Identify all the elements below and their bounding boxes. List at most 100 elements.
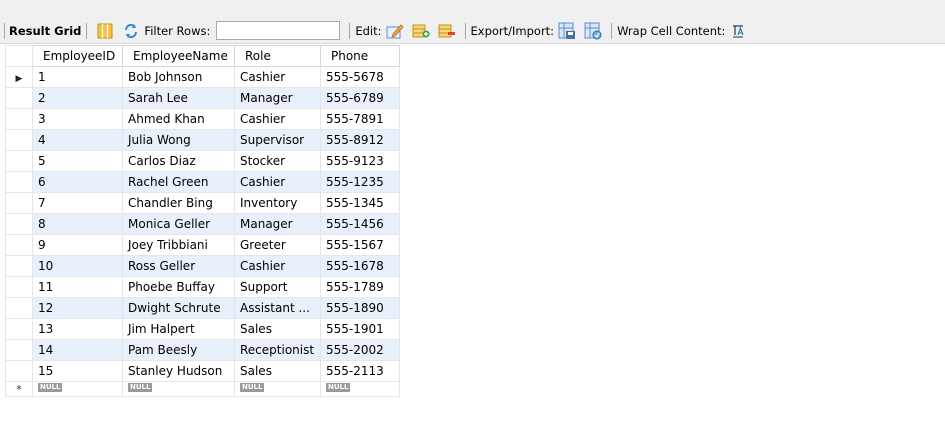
table-row[interactable]: 5 Carlos Diaz Stocker 555-9123 [5, 150, 400, 172]
cell-employeename[interactable]: Dwight Schrute [122, 297, 235, 319]
cell-employeeid[interactable]: 12 [32, 297, 123, 319]
cell-phone[interactable]: 555-1456 [320, 213, 400, 235]
cell-role[interactable]: Cashier [234, 171, 321, 193]
row-header[interactable] [5, 234, 33, 256]
cell-employeeid[interactable]: 7 [32, 192, 123, 214]
cell-employeeid[interactable]: 13 [32, 318, 123, 340]
cell-role[interactable]: Receptionist [234, 339, 321, 361]
cell-role[interactable]: Assistant ... [234, 297, 321, 319]
table-row[interactable]: 9 Joey Tribbiani Greeter 555-1567 [5, 234, 400, 256]
row-header[interactable] [5, 108, 33, 130]
row-header[interactable] [5, 129, 33, 151]
cell-employeename[interactable]: Ross Geller [122, 255, 235, 277]
refresh-icon[interactable] [121, 21, 141, 41]
cell-phone[interactable]: NULL [320, 381, 400, 397]
table-row[interactable]: 8 Monica Geller Manager 555-1456 [5, 213, 400, 235]
column-header-employeeid[interactable]: EmployeeID [32, 45, 123, 67]
cell-role[interactable]: Support [234, 276, 321, 298]
cell-employeeid[interactable]: 1 [32, 66, 123, 88]
cell-employeeid[interactable]: 4 [32, 129, 123, 151]
column-header-employeename[interactable]: EmployeeName [122, 45, 235, 67]
table-row[interactable]: 2 Sarah Lee Manager 555-6789 [5, 87, 400, 109]
row-header[interactable] [5, 318, 33, 340]
table-row[interactable]: 12 Dwight Schrute Assistant ... 555-1890 [5, 297, 400, 319]
row-header[interactable] [5, 150, 33, 172]
cell-employeename[interactable]: NULL [122, 381, 235, 397]
cell-role[interactable]: Cashier [234, 255, 321, 277]
table-row[interactable]: 4 Julia Wong Supervisor 555-8912 [5, 129, 400, 151]
cell-role[interactable]: Manager [234, 213, 321, 235]
row-header[interactable] [5, 339, 33, 361]
export-icon[interactable] [557, 21, 577, 41]
row-header[interactable]: * [5, 381, 33, 397]
result-grid-label[interactable]: Result Grid [9, 24, 81, 38]
column-header-role[interactable]: Role [234, 45, 321, 67]
table-row[interactable]: 3 Ahmed Khan Cashier 555-7891 [5, 108, 400, 130]
cell-role[interactable]: Sales [234, 318, 321, 340]
cell-employeename[interactable]: Chandler Bing [122, 192, 235, 214]
cell-employeeid[interactable]: 11 [32, 276, 123, 298]
cell-employeename[interactable]: Carlos Diaz [122, 150, 235, 172]
cell-role[interactable]: Greeter [234, 234, 321, 256]
cell-phone[interactable]: 555-1567 [320, 234, 400, 256]
cell-phone[interactable]: 555-1890 [320, 297, 400, 319]
cell-employeename[interactable]: Stanley Hudson [122, 360, 235, 382]
cell-phone[interactable]: 555-1789 [320, 276, 400, 298]
cell-employeename[interactable]: Monica Geller [122, 213, 235, 235]
cell-phone[interactable]: 555-8912 [320, 129, 400, 151]
cell-employeeid[interactable]: 2 [32, 87, 123, 109]
cell-employeeid[interactable]: 14 [32, 339, 123, 361]
cell-role[interactable]: Inventory [234, 192, 321, 214]
cell-employeename[interactable]: Ahmed Khan [122, 108, 235, 130]
column-header-phone[interactable]: Phone [320, 45, 400, 67]
cell-employeeid[interactable]: 6 [32, 171, 123, 193]
cell-phone[interactable]: 555-1678 [320, 255, 400, 277]
row-header[interactable] [5, 171, 33, 193]
table-row[interactable]: 14 Pam Beesly Receptionist 555-2002 [5, 339, 400, 361]
cell-phone[interactable]: 555-1345 [320, 192, 400, 214]
row-header[interactable] [5, 297, 33, 319]
cell-employeeid[interactable]: 15 [32, 360, 123, 382]
cell-role[interactable]: Manager [234, 87, 321, 109]
cell-phone[interactable]: 555-1235 [320, 171, 400, 193]
cell-employeename[interactable]: Julia Wong [122, 129, 235, 151]
form-editor-icon[interactable] [95, 21, 115, 41]
table-row[interactable]: 11 Phoebe Buffay Support 555-1789 [5, 276, 400, 298]
table-row[interactable]: 7 Chandler Bing Inventory 555-1345 [5, 192, 400, 214]
row-header[interactable] [5, 255, 33, 277]
cell-phone[interactable]: 555-7891 [320, 108, 400, 130]
row-header[interactable] [5, 213, 33, 235]
row-header[interactable] [5, 360, 33, 382]
new-row[interactable]: * NULL NULL NULL NULL [5, 381, 400, 397]
cell-employeename[interactable]: Joey Tribbiani [122, 234, 235, 256]
cell-employeeid[interactable]: 10 [32, 255, 123, 277]
cell-employeename[interactable]: Rachel Green [122, 171, 235, 193]
table-row[interactable]: 10 Ross Geller Cashier 555-1678 [5, 255, 400, 277]
cell-role[interactable]: Sales [234, 360, 321, 382]
cell-employeeid[interactable]: NULL [32, 381, 123, 397]
edit-row-icon[interactable] [385, 21, 405, 41]
import-icon[interactable] [583, 21, 603, 41]
cell-role[interactable]: NULL [234, 381, 321, 397]
cell-phone[interactable]: 555-6789 [320, 87, 400, 109]
cell-phone[interactable]: 555-2002 [320, 339, 400, 361]
table-row[interactable]: 6 Rachel Green Cashier 555-1235 [5, 171, 400, 193]
cell-employeeid[interactable]: 3 [32, 108, 123, 130]
cell-phone[interactable]: 555-9123 [320, 150, 400, 172]
cell-employeename[interactable]: Bob Johnson [122, 66, 235, 88]
cell-employeename[interactable]: Sarah Lee [122, 87, 235, 109]
cell-employeeid[interactable]: 9 [32, 234, 123, 256]
table-row[interactable]: ▶ 1 Bob Johnson Cashier 555-5678 [5, 66, 400, 88]
cell-phone[interactable]: 555-2113 [320, 360, 400, 382]
cell-role[interactable]: Cashier [234, 66, 321, 88]
wrap-text-icon[interactable] [728, 21, 748, 41]
cell-employeeid[interactable]: 5 [32, 150, 123, 172]
row-header[interactable] [5, 192, 33, 214]
add-row-icon[interactable] [411, 21, 431, 41]
row-header[interactable] [5, 276, 33, 298]
cell-employeename[interactable]: Pam Beesly [122, 339, 235, 361]
cell-role[interactable]: Supervisor [234, 129, 321, 151]
delete-row-icon[interactable] [437, 21, 457, 41]
cell-role[interactable]: Cashier [234, 108, 321, 130]
row-header[interactable] [5, 87, 33, 109]
